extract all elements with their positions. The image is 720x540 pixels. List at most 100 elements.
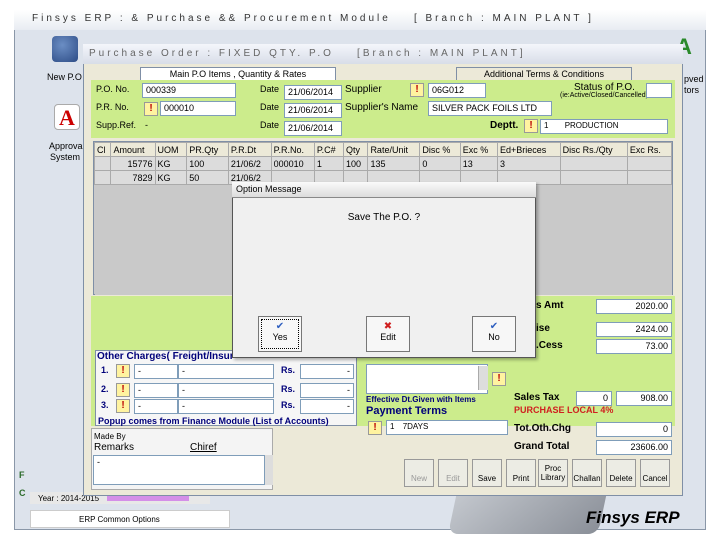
tax-field[interactable]: 2424.00: [596, 322, 672, 337]
charge-amt-3[interactable]: -: [300, 399, 354, 414]
save-button[interactable]: Save: [472, 459, 502, 487]
payment-field[interactable]: 1 7DAYS: [386, 420, 508, 435]
col-header[interactable]: Ed+Brieces: [497, 142, 561, 157]
delete-button[interactable]: Delete: [606, 459, 636, 487]
right-label-2: tors: [684, 85, 700, 95]
charge-code-2[interactable]: -: [134, 383, 178, 398]
effective-date-scrollbar[interactable]: [478, 366, 488, 390]
deptt-label: Deptt.: [490, 120, 519, 131]
save-label: Save: [477, 474, 497, 483]
erp-common-options-button[interactable]: ERP Common Options: [30, 510, 230, 528]
cell[interactable]: [559, 170, 628, 185]
new-button[interactable]: New: [404, 459, 434, 487]
dialog-yes-button[interactable]: ✔ Yes: [258, 316, 302, 352]
effective-lookup-icon[interactable]: !: [492, 372, 506, 386]
col-header[interactable]: Disc Rs./Qty: [559, 142, 628, 157]
cell[interactable]: 15776: [110, 156, 156, 171]
left-letter-c: C: [19, 488, 26, 498]
proc-library-button[interactable]: Proc Library: [538, 459, 568, 487]
supplier-name-field[interactable]: SILVER PACK FOILS LTD: [428, 101, 552, 116]
charge-lookup-icon-2[interactable]: !: [116, 383, 130, 397]
col-header[interactable]: PR.Qty: [186, 142, 229, 157]
pr-date-field[interactable]: 21/06/2014: [284, 103, 342, 118]
sales-tax-pct-field[interactable]: 0: [576, 391, 612, 406]
dialog-no-button[interactable]: ✔ No: [472, 316, 516, 352]
charge-code-3[interactable]: -: [134, 399, 178, 414]
po-branch-text: [Branch : MAIN PLANT]: [357, 48, 526, 59]
cell[interactable]: 100: [186, 156, 229, 171]
cell[interactable]: 3: [497, 156, 561, 171]
table-row[interactable]: 15776 KG 100 21/06/2 000010 1 100 135 0 …: [93, 156, 673, 171]
col-header[interactable]: Cl: [93, 142, 112, 157]
charge-desc-1[interactable]: -: [178, 364, 274, 379]
ref-date-field[interactable]: 21/06/2014: [284, 121, 342, 136]
sales-tax-field[interactable]: 908.00: [616, 391, 672, 406]
yes-label: Yes: [272, 332, 288, 342]
col-header[interactable]: P.R.Dt: [227, 142, 272, 157]
charge-lookup-icon-1[interactable]: !: [116, 364, 130, 378]
edit-dialog-label: Edit: [380, 332, 396, 342]
dialog-message: Save The P.O. ?: [347, 212, 421, 223]
cell[interactable]: 1: [313, 156, 344, 171]
po-date-field[interactable]: 21/06/2014: [284, 85, 342, 100]
col-header[interactable]: Amount: [110, 142, 156, 157]
charge-amt-1[interactable]: -: [300, 364, 354, 379]
cell[interactable]: 135: [367, 156, 421, 171]
cell[interactable]: 000010: [270, 156, 315, 171]
po-no-field[interactable]: 000339: [142, 83, 236, 98]
cess-field[interactable]: 73.00: [596, 339, 672, 354]
cell[interactable]: [93, 156, 112, 171]
print-button[interactable]: Print: [506, 459, 536, 487]
col-header[interactable]: Rate/Unit: [367, 142, 421, 157]
cancel-button[interactable]: Cancel: [640, 459, 670, 487]
tab-additional-terms[interactable]: Additional Terms & Conditions: [456, 67, 632, 80]
deptt-lookup-icon[interactable]: !: [524, 119, 538, 133]
new-po-label[interactable]: New P.O: [47, 72, 82, 82]
col-header[interactable]: Exc Rs.: [626, 142, 673, 157]
supplier-code-field[interactable]: 06G012: [428, 83, 486, 98]
cell[interactable]: [626, 156, 673, 171]
status-field[interactable]: [646, 83, 672, 98]
charge-desc-3[interactable]: -: [178, 399, 274, 414]
cell[interactable]: 100: [342, 156, 369, 171]
deptt-field[interactable]: 1 PRODUCTION: [540, 119, 668, 134]
cell[interactable]: [626, 170, 673, 185]
remarks-field[interactable]: -: [93, 455, 265, 485]
charge-num-1: 1.: [101, 365, 109, 375]
pr-no-field[interactable]: 000010: [160, 101, 236, 116]
cell[interactable]: 7829: [110, 170, 156, 185]
col-header[interactable]: P.R.No.: [270, 142, 315, 157]
amt-field[interactable]: 2020.00: [596, 299, 672, 314]
cell[interactable]: KG: [154, 156, 188, 171]
charge-lookup-icon-3[interactable]: !: [116, 399, 130, 413]
charge-amt-2[interactable]: -: [300, 383, 354, 398]
supp-ref-field[interactable]: -: [142, 119, 238, 134]
dialog-edit-button[interactable]: ✖ Edit: [366, 316, 410, 352]
col-header[interactable]: P.C#: [313, 142, 344, 157]
cell[interactable]: KG: [154, 170, 188, 185]
cell[interactable]: 13: [459, 156, 499, 171]
new-po-icon[interactable]: [52, 36, 78, 62]
cell[interactable]: 50: [186, 170, 229, 185]
col-header[interactable]: Exc %: [459, 142, 499, 157]
col-header[interactable]: Disc %: [419, 142, 461, 157]
remarks-scrollbar[interactable]: [265, 455, 273, 485]
tab-main-items[interactable]: Main P.O Items , Quantity & Rates: [140, 67, 336, 80]
cell[interactable]: [559, 156, 628, 171]
grand-total-field[interactable]: 23606.00: [596, 440, 672, 455]
approval-icon[interactable]: A: [54, 104, 80, 130]
pr-lookup-icon[interactable]: !: [144, 102, 158, 116]
col-header[interactable]: UOM: [154, 142, 188, 157]
effective-date-box[interactable]: [366, 364, 488, 394]
cell[interactable]: 0: [419, 156, 461, 171]
col-header[interactable]: Qty: [342, 142, 369, 157]
supplier-lookup-icon[interactable]: !: [410, 83, 424, 97]
cell[interactable]: [93, 170, 112, 185]
charge-desc-2[interactable]: -: [178, 383, 274, 398]
tot-oth-field[interactable]: 0: [596, 422, 672, 437]
challan-button[interactable]: Challan: [572, 459, 602, 487]
charge-code-1[interactable]: -: [134, 364, 178, 379]
edit-button[interactable]: Edit: [438, 459, 468, 487]
cell[interactable]: 21/06/2: [227, 156, 272, 171]
payment-lookup-icon[interactable]: !: [368, 421, 382, 435]
